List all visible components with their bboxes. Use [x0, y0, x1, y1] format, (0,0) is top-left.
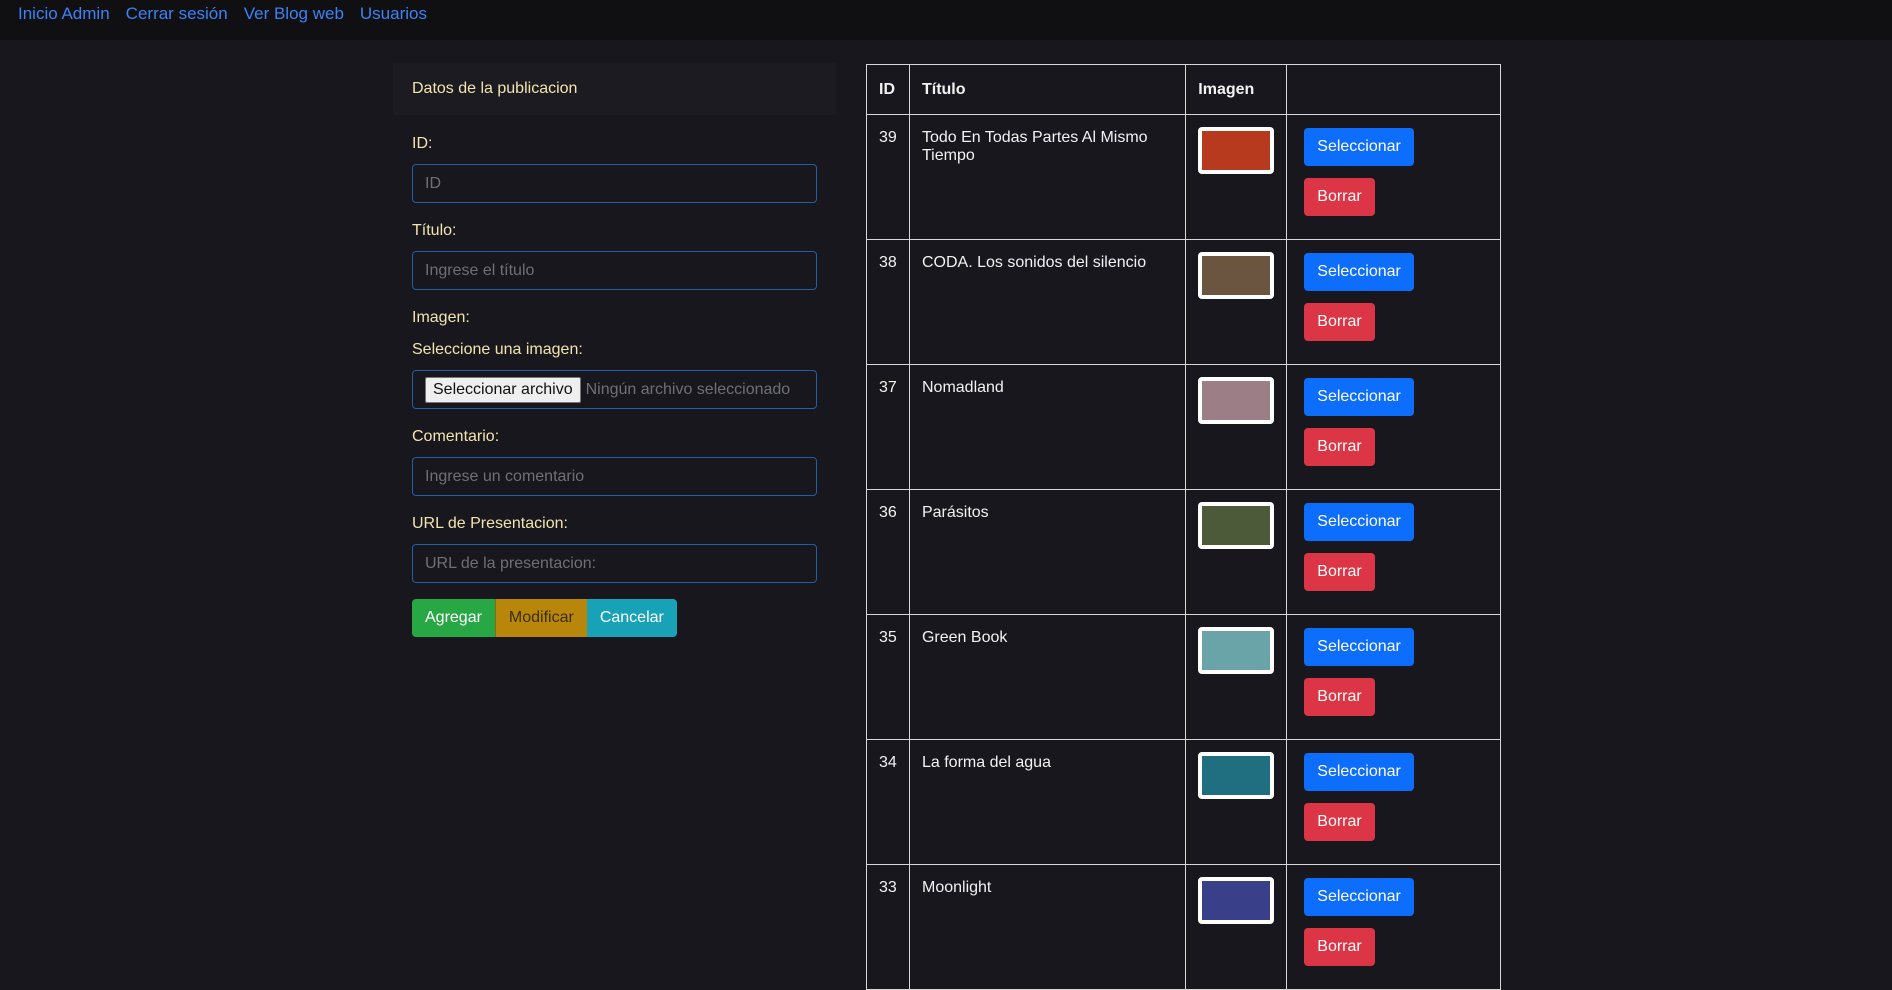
- url-label: URL de Presentacion:: [412, 515, 568, 532]
- row-image-cell: [1185, 239, 1288, 365]
- row-image-cell: [1185, 364, 1288, 490]
- url-input[interactable]: [412, 544, 817, 583]
- modify-button[interactable]: Modificar: [494, 599, 587, 637]
- publications-table: ID Título Imagen 39 Todo En Todas Partes…: [866, 64, 1501, 990]
- add-button[interactable]: Agregar: [412, 599, 495, 637]
- file-input[interactable]: Seleccionar archivo Ningún archivo selec…: [412, 370, 817, 409]
- row-actions: Seleccionar Borrar: [1286, 739, 1501, 865]
- row-id: 36: [866, 489, 910, 615]
- poster-thumbnail: [1198, 127, 1275, 174]
- select-button[interactable]: Seleccionar: [1304, 878, 1414, 916]
- delete-button[interactable]: Borrar: [1304, 428, 1375, 466]
- row-id: 35: [866, 614, 910, 740]
- row-image-cell: [1185, 739, 1288, 865]
- table-body: 39 Todo En Todas Partes Al Mismo Tiempo …: [866, 114, 1501, 990]
- select-button[interactable]: Seleccionar: [1304, 378, 1414, 416]
- row-actions: Seleccionar Borrar: [1286, 239, 1501, 365]
- delete-button[interactable]: Borrar: [1304, 928, 1375, 966]
- select-button[interactable]: Seleccionar: [1304, 253, 1414, 291]
- row-title: Moonlight: [908, 864, 1187, 990]
- row-id: 34: [866, 739, 910, 865]
- publication-form-card: Datos de la publicacion ID: Título: Imag…: [393, 63, 836, 643]
- row-image-cell: [1185, 114, 1288, 240]
- delete-button[interactable]: Borrar: [1304, 303, 1375, 341]
- table-row: 34 La forma del agua Seleccionar Borrar: [866, 739, 1501, 865]
- row-actions: Seleccionar Borrar: [1286, 614, 1501, 740]
- choose-file-button[interactable]: Seleccionar archivo: [425, 376, 581, 403]
- row-actions: Seleccionar Borrar: [1286, 114, 1501, 240]
- table-row: 37 Nomadland Seleccionar Borrar: [866, 364, 1501, 490]
- row-image-cell: [1185, 864, 1288, 990]
- form-button-group: Agregar Modificar Cancelar: [412, 599, 817, 637]
- nav-link-cerrar-sesion[interactable]: Cerrar sesión: [126, 4, 228, 24]
- comment-input[interactable]: [412, 457, 817, 496]
- file-status: Ningún archivo seleccionado: [585, 380, 791, 398]
- poster-thumbnail: [1198, 627, 1275, 674]
- table-row: 36 Parásitos Seleccionar Borrar: [866, 489, 1501, 615]
- row-id: 33: [866, 864, 910, 990]
- comment-label: Comentario:: [412, 428, 500, 445]
- delete-button[interactable]: Borrar: [1304, 553, 1375, 591]
- image-select-label: Seleccione una imagen:: [412, 341, 583, 358]
- cancel-button[interactable]: Cancelar: [586, 599, 677, 637]
- row-image-cell: [1185, 489, 1288, 615]
- row-title: Todo En Todas Partes Al Mismo Tiempo: [908, 114, 1187, 240]
- table-row: 33 Moonlight Seleccionar Borrar: [866, 864, 1501, 990]
- row-title: CODA. Los sonidos del silencio: [908, 239, 1187, 365]
- nav-link-ver-blog[interactable]: Ver Blog web: [244, 4, 344, 24]
- id-input[interactable]: [412, 164, 817, 203]
- poster-thumbnail: [1198, 377, 1275, 424]
- row-id: 39: [866, 114, 910, 240]
- delete-button[interactable]: Borrar: [1304, 178, 1375, 216]
- row-actions: Seleccionar Borrar: [1286, 364, 1501, 490]
- row-actions: Seleccionar Borrar: [1286, 864, 1501, 990]
- nav-link-inicio-admin[interactable]: Inicio Admin: [18, 4, 110, 24]
- publications-table-wrap: ID Título Imagen 39 Todo En Todas Partes…: [866, 64, 1501, 990]
- title-input[interactable]: [412, 251, 817, 290]
- select-button[interactable]: Seleccionar: [1304, 628, 1414, 666]
- publication-form: ID: Título: Imagen: Seleccione una image…: [393, 115, 836, 637]
- poster-thumbnail: [1198, 502, 1275, 549]
- title-label: Título:: [412, 222, 457, 239]
- delete-button[interactable]: Borrar: [1304, 678, 1375, 716]
- top-navbar: Inicio Admin Cerrar sesión Ver Blog web …: [0, 0, 1892, 40]
- select-button[interactable]: Seleccionar: [1304, 753, 1414, 791]
- table-row: 38 CODA. Los sonidos del silencio Selecc…: [866, 239, 1501, 365]
- row-image-cell: [1185, 614, 1288, 740]
- id-label: ID:: [412, 135, 433, 152]
- row-id: 37: [866, 364, 910, 490]
- card-header: Datos de la publicacion: [393, 63, 836, 115]
- nav-link-usuarios[interactable]: Usuarios: [360, 4, 427, 24]
- header-image: Imagen: [1185, 64, 1288, 115]
- row-title: Green Book: [908, 614, 1187, 740]
- table-row: 39 Todo En Todas Partes Al Mismo Tiempo …: [866, 114, 1501, 240]
- select-button[interactable]: Seleccionar: [1304, 503, 1414, 541]
- row-actions: Seleccionar Borrar: [1286, 489, 1501, 615]
- poster-thumbnail: [1198, 877, 1275, 924]
- row-title: La forma del agua: [908, 739, 1187, 865]
- row-title: Parásitos: [908, 489, 1187, 615]
- row-id: 38: [866, 239, 910, 365]
- poster-thumbnail: [1198, 752, 1275, 799]
- table-row: 35 Green Book Seleccionar Borrar: [866, 614, 1501, 740]
- header-id: ID: [866, 64, 910, 115]
- select-button[interactable]: Seleccionar: [1304, 128, 1414, 166]
- header-title: Título: [908, 64, 1187, 115]
- header-actions: [1286, 64, 1501, 115]
- row-title: Nomadland: [908, 364, 1187, 490]
- poster-thumbnail: [1198, 252, 1275, 299]
- image-label: Imagen:: [412, 309, 470, 326]
- table-header-row: ID Título Imagen: [866, 64, 1501, 115]
- delete-button[interactable]: Borrar: [1304, 803, 1375, 841]
